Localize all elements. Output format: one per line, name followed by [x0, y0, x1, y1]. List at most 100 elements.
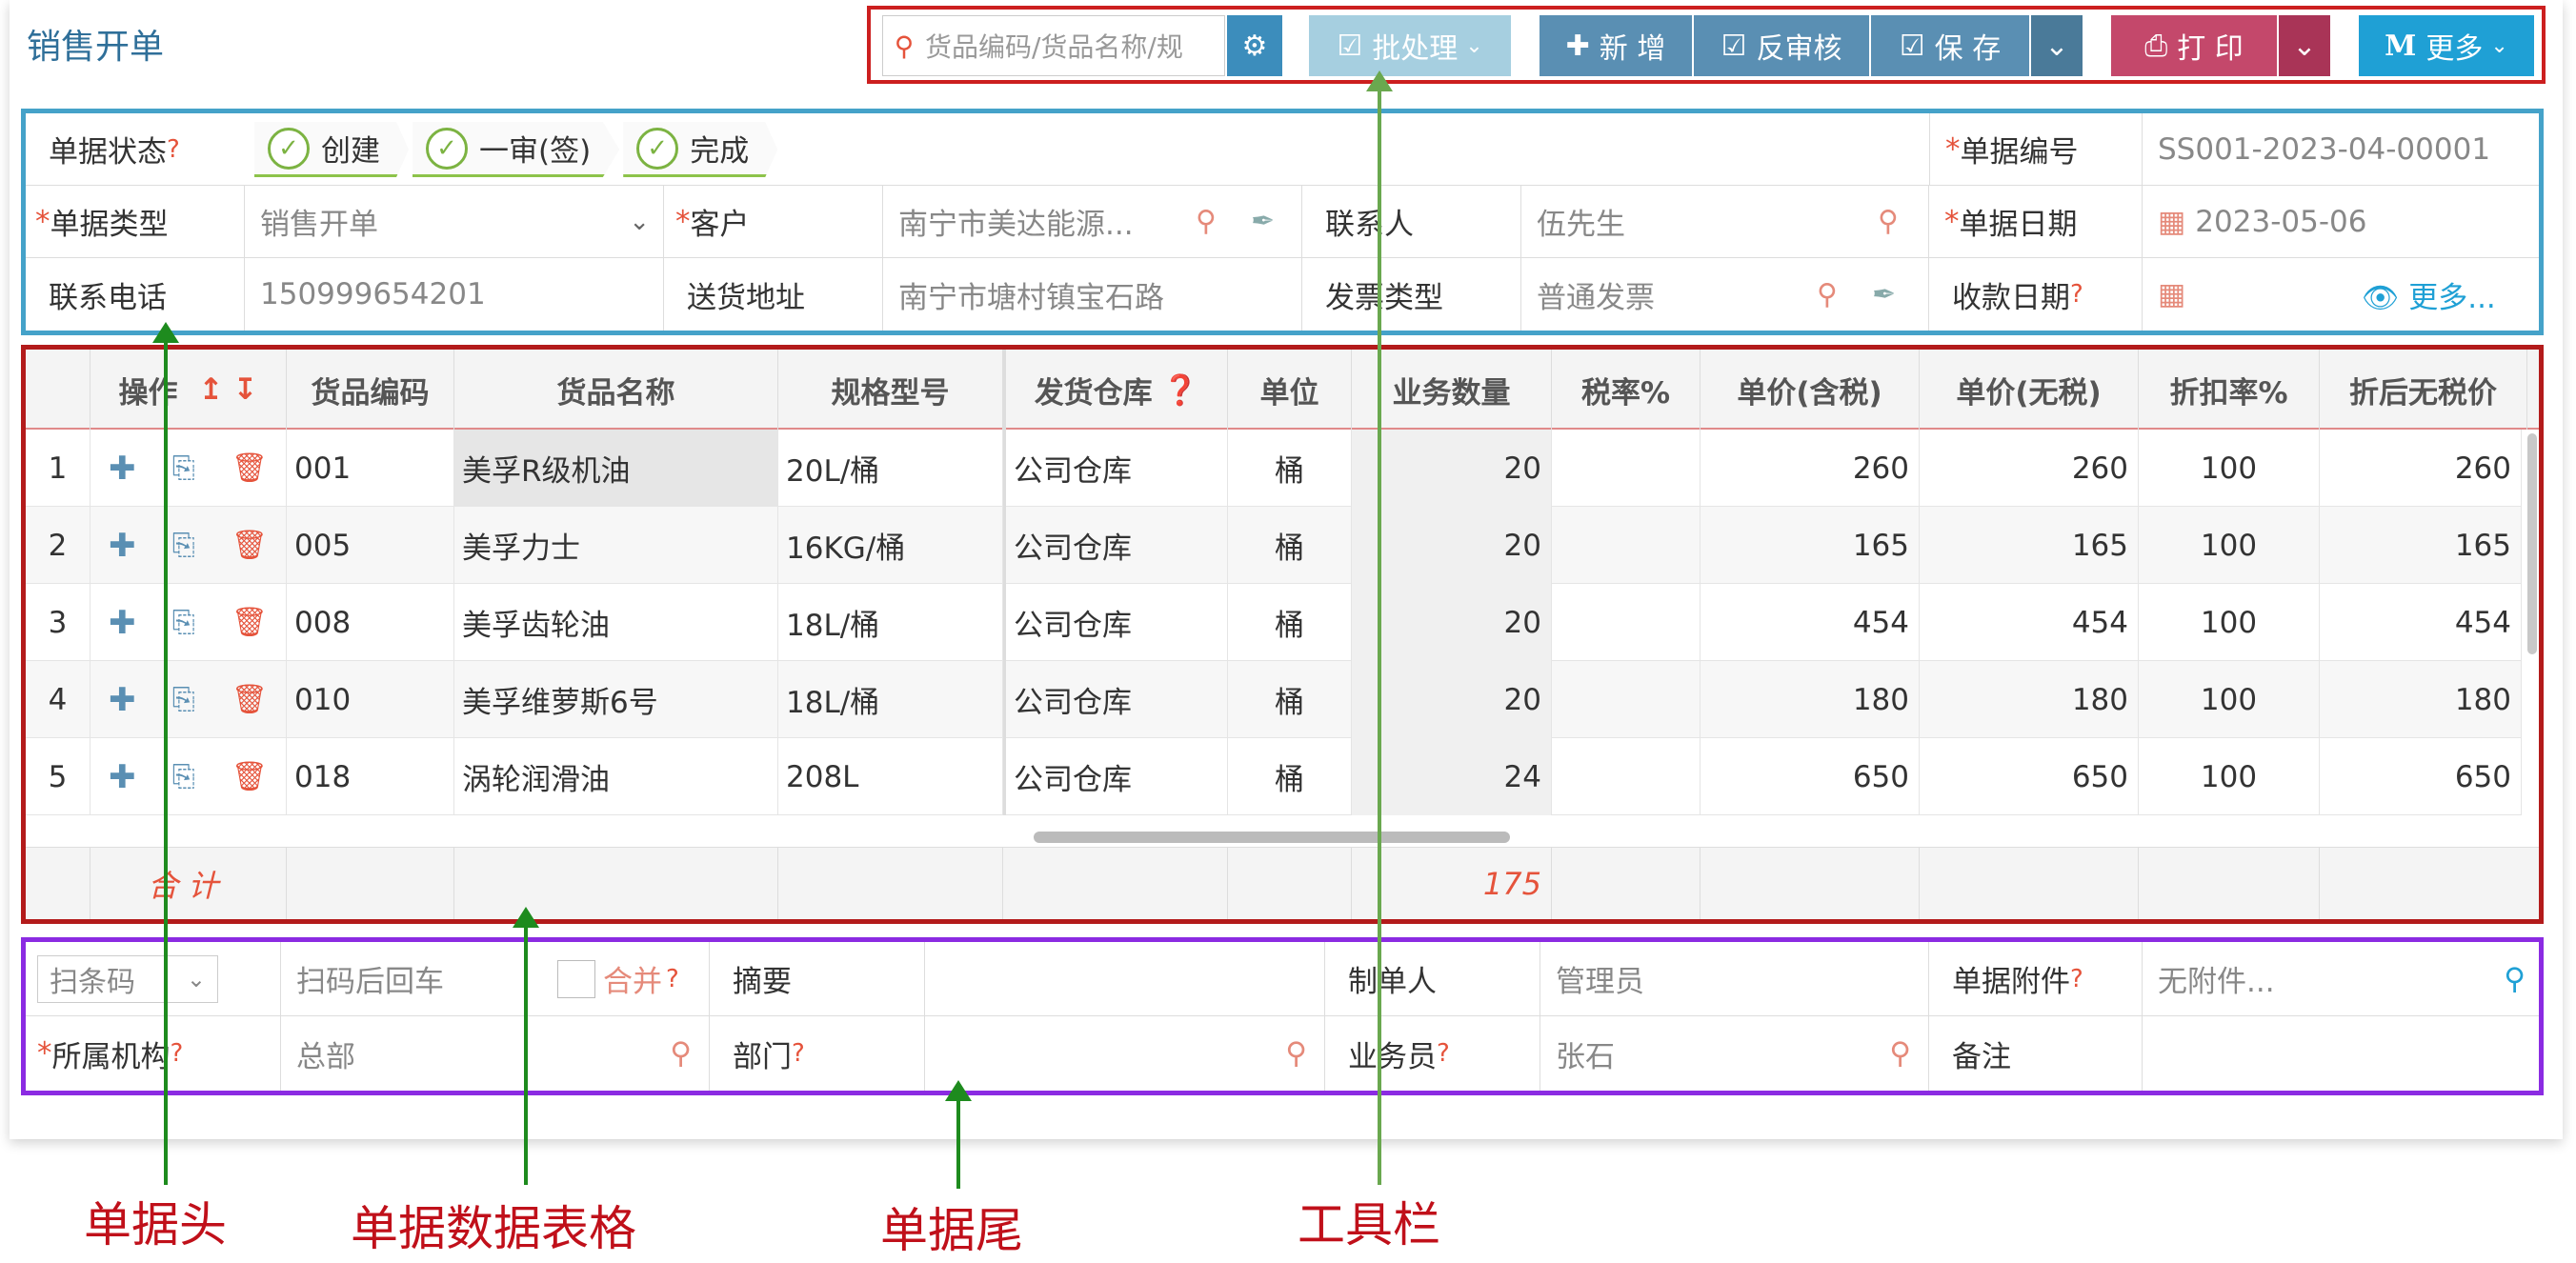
- doc-type-select[interactable]: 销售开单 ⌄: [245, 186, 664, 257]
- copy-row-icon[interactable]: ⎘: [172, 529, 195, 562]
- table-row[interactable]: 1 ✚ ⎘ 🗑 001 美孚R级机油 20L/桶 公司仓库桶 20 260 260 100 260: [26, 430, 2522, 507]
- zoom-search-icon[interactable]: ⚲: [2504, 962, 2526, 996]
- cell-unit[interactable]: 桶: [1228, 584, 1352, 661]
- col-warehouse[interactable]: 发货仓库 ❓: [1003, 350, 1228, 430]
- print-dropdown-button[interactable]: ⌄: [2279, 15, 2330, 76]
- save-button[interactable]: ☑ 保 存: [1871, 15, 2029, 76]
- reverse-review-button[interactable]: ☑ 反审核: [1694, 15, 1869, 76]
- cell-spec[interactable]: 20L/桶: [778, 430, 1003, 507]
- cell-price-net[interactable]: 165: [1920, 507, 2139, 584]
- add-row-icon[interactable]: ✚: [109, 681, 136, 719]
- cell-price-net[interactable]: 650: [1920, 738, 2139, 815]
- cell-discount[interactable]: 100: [2139, 661, 2320, 738]
- batch-button[interactable]: ☑ 批处理 ⌄: [1309, 15, 1511, 76]
- cell-code[interactable]: 010: [287, 661, 454, 738]
- cell-qty[interactable]: 20: [1352, 584, 1552, 661]
- more-link[interactable]: 👁 更多...: [2362, 273, 2496, 316]
- add-row-icon[interactable]: ✚: [109, 527, 136, 565]
- copy-row-icon[interactable]: ⎘: [172, 606, 195, 639]
- cell-spec[interactable]: 18L/桶: [778, 584, 1003, 661]
- cell-qty[interactable]: 20: [1352, 430, 1552, 507]
- add-row-icon[interactable]: ✚: [109, 758, 136, 796]
- copy-row-icon[interactable]: ⎘: [172, 683, 195, 716]
- maker-field[interactable]: 管理员: [1540, 942, 1929, 1015]
- merge-checkbox[interactable]: 合并?: [557, 942, 710, 1015]
- col-price-tax[interactable]: 单价(含税): [1701, 350, 1920, 430]
- address-field[interactable]: 南宁市塘村镇宝石路: [883, 258, 1302, 331]
- cell-price-tax[interactable]: 650: [1701, 738, 1920, 815]
- cell-price-tax[interactable]: 165: [1701, 507, 1920, 584]
- cell-discount[interactable]: 100: [2139, 507, 2320, 584]
- cell-unit[interactable]: 桶: [1228, 430, 1352, 507]
- salesman-field[interactable]: 张石 ⚲: [1540, 1016, 1929, 1091]
- cell-code[interactable]: 005: [287, 507, 454, 584]
- cell-unit[interactable]: 桶: [1228, 738, 1352, 815]
- delete-row-icon[interactable]: 🗑: [231, 683, 268, 716]
- zoom-search-icon[interactable]: ⚲: [1196, 205, 1217, 238]
- print-button[interactable]: ⎙ 打 印: [2111, 15, 2277, 76]
- save-dropdown-button[interactable]: ⌄: [2031, 15, 2083, 76]
- cell-warehouse[interactable]: 公司仓库: [1003, 738, 1228, 815]
- sort-down-icon[interactable]: ↧: [233, 372, 258, 407]
- scan-mode-select[interactable]: 扫条码 ⌄: [37, 955, 218, 1003]
- cell-name[interactable]: 美孚力士: [454, 507, 778, 584]
- doc-no-field[interactable]: SS001-2023-04-00001: [2143, 113, 2539, 185]
- cell-discount[interactable]: 100: [2139, 430, 2320, 507]
- cell-tax[interactable]: [1552, 430, 1701, 507]
- table-row[interactable]: 2 ✚ ⎘ 🗑 005 美孚力士 16KG/桶 公司仓库桶 20 165 165 100 165: [26, 507, 2522, 584]
- cell-qty[interactable]: 20: [1352, 661, 1552, 738]
- contact-field[interactable]: 伍先生: [1521, 186, 1929, 257]
- cell-ops[interactable]: ✚ ⎘ 🗑: [91, 738, 287, 815]
- col-qty[interactable]: 业务数量: [1352, 350, 1552, 430]
- cell-code[interactable]: 008: [287, 584, 454, 661]
- cell-ops[interactable]: ✚ ⎘ 🗑: [91, 584, 287, 661]
- col-after-discount[interactable]: 折后无税价: [2320, 350, 2527, 430]
- delete-row-icon[interactable]: 🗑: [231, 451, 268, 485]
- cell-after-discount[interactable]: 260: [2320, 430, 2522, 507]
- cell-qty[interactable]: 24: [1352, 738, 1552, 815]
- cell-tax[interactable]: [1552, 738, 1701, 815]
- dept-field[interactable]: ⚲: [925, 1016, 1325, 1091]
- zoom-search-icon[interactable]: ⚲: [1817, 278, 1838, 311]
- col-price-net[interactable]: 单价(无税): [1920, 350, 2139, 430]
- scan-input[interactable]: 扫码后回车: [281, 942, 557, 1015]
- cell-qty[interactable]: 20: [1352, 507, 1552, 584]
- remark-field[interactable]: [2143, 1016, 2539, 1091]
- delete-row-icon[interactable]: 🗑: [231, 606, 268, 639]
- table-row[interactable]: 5 ✚ ⎘ 🗑 018 涡轮润滑油 208L 公司仓库桶 24 650 650 100 650: [26, 738, 2522, 815]
- cell-warehouse[interactable]: 公司仓库: [1003, 584, 1228, 661]
- cell-warehouse[interactable]: 公司仓库: [1003, 661, 1228, 738]
- org-field[interactable]: 总部 ⚲: [281, 1016, 710, 1091]
- cell-price-net[interactable]: 260: [1920, 430, 2139, 507]
- more-button[interactable]: M 更多 ⌄: [2359, 15, 2534, 76]
- cell-spec[interactable]: 16KG/桶: [778, 507, 1003, 584]
- settings-cog-button[interactable]: ⚙: [1227, 15, 1282, 76]
- cell-tax[interactable]: [1552, 661, 1701, 738]
- col-discount[interactable]: 折扣率%: [2139, 350, 2320, 430]
- zoom-search-icon[interactable]: ⚲: [670, 1036, 692, 1071]
- cell-discount[interactable]: 100: [2139, 584, 2320, 661]
- col-name[interactable]: 货品名称: [454, 350, 778, 430]
- cell-tax[interactable]: [1552, 584, 1701, 661]
- cell-after-discount[interactable]: 650: [2320, 738, 2522, 815]
- zoom-search-icon[interactable]: ⚲: [1878, 205, 1899, 238]
- vertical-scrollbar[interactable]: [2527, 433, 2537, 654]
- delete-row-icon[interactable]: 🗑: [231, 529, 268, 562]
- cell-code[interactable]: 001: [287, 430, 454, 507]
- col-unit[interactable]: 单位: [1228, 350, 1352, 430]
- cell-price-net[interactable]: 180: [1920, 661, 2139, 738]
- cell-warehouse[interactable]: 公司仓库: [1003, 430, 1228, 507]
- brush-icon[interactable]: ✒: [1251, 205, 1275, 238]
- new-button[interactable]: ✚ 新 增: [1540, 15, 1692, 76]
- col-tax[interactable]: 税率%: [1552, 350, 1701, 430]
- cell-after-discount[interactable]: 165: [2320, 507, 2522, 584]
- copy-row-icon[interactable]: ⎘: [172, 760, 195, 793]
- add-row-icon[interactable]: ✚: [109, 604, 136, 642]
- cell-code[interactable]: 018: [287, 738, 454, 815]
- cell-warehouse[interactable]: 公司仓库: [1003, 507, 1228, 584]
- pay-date-field[interactable]: ▦ 👁 更多...: [2143, 258, 2539, 331]
- cell-price-tax[interactable]: 180: [1701, 661, 1920, 738]
- cell-spec[interactable]: 208L: [778, 738, 1003, 815]
- add-row-icon[interactable]: ✚: [109, 450, 136, 488]
- cell-spec[interactable]: 18L/桶: [778, 661, 1003, 738]
